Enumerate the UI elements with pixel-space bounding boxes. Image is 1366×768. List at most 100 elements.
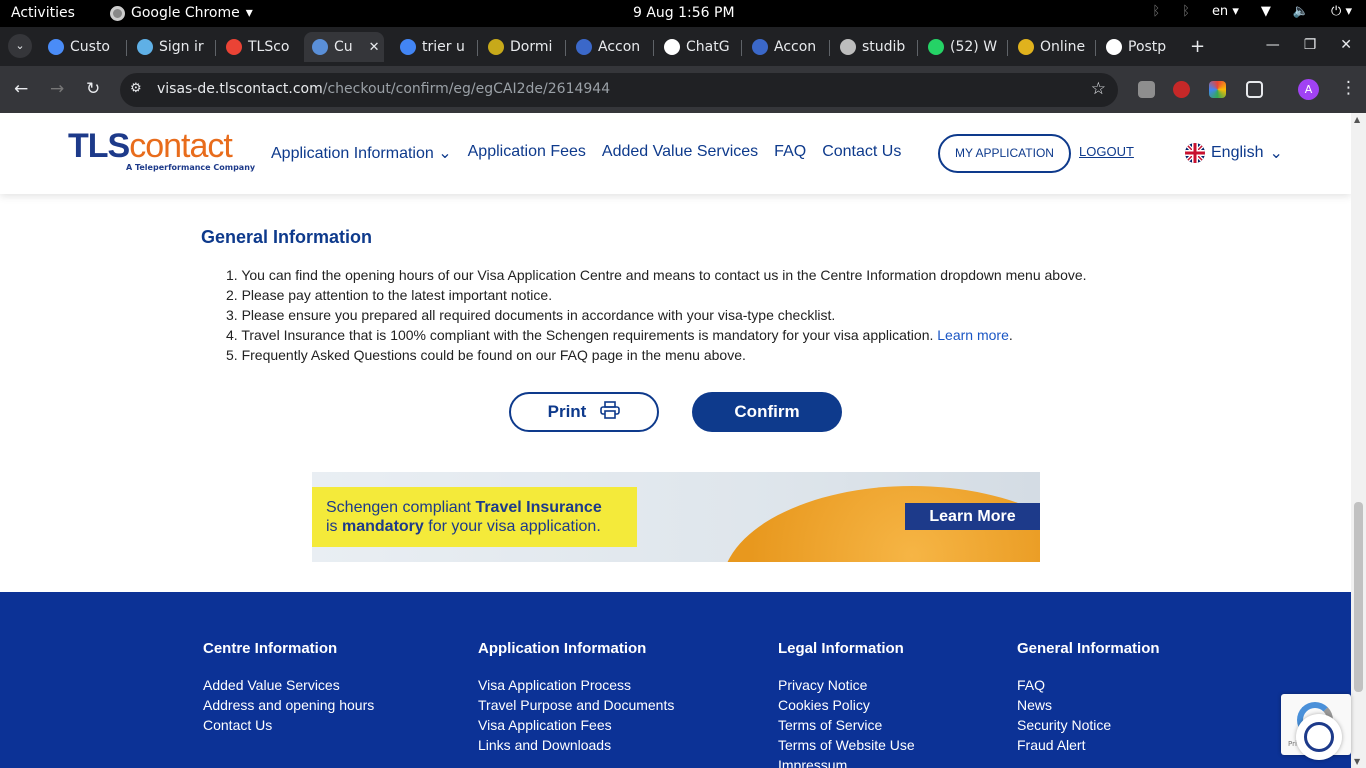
- tab-favicon-icon: [137, 39, 153, 55]
- tab-separator: [1007, 40, 1008, 56]
- tab-favicon-icon: [400, 39, 416, 55]
- tab-label: studib: [862, 39, 906, 55]
- browser-tab[interactable]: Custo: [40, 32, 124, 62]
- reload-icon[interactable]: ↻: [86, 79, 100, 99]
- bluetooth-icon[interactable]: ᛒ: [1152, 4, 1160, 19]
- browser-tab[interactable]: ChatG: [656, 32, 740, 62]
- browser-tab[interactable]: (52) W: [920, 32, 1004, 62]
- printer-icon: [600, 400, 621, 424]
- footer-link[interactable]: Terms of Website Use: [778, 735, 915, 755]
- print-button[interactable]: Print: [509, 392, 659, 432]
- clock[interactable]: 9 Aug 1:56 PM: [633, 5, 735, 21]
- tab-favicon-icon: [664, 39, 680, 55]
- page-scrollbar[interactable]: ▲ ▼: [1351, 113, 1366, 768]
- tab-favicon-icon: [312, 39, 328, 55]
- close-window-icon[interactable]: ✕: [1340, 37, 1352, 53]
- tab-favicon-icon: [1106, 39, 1122, 55]
- browser-tab[interactable]: Dormi: [480, 32, 564, 62]
- site-info-icon[interactable]: ⚙: [130, 81, 142, 96]
- browser-tab[interactable]: Cu ✕: [304, 32, 384, 62]
- new-tab-button[interactable]: +: [1190, 36, 1205, 57]
- volume-icon[interactable]: 🔈: [1293, 4, 1309, 19]
- browser-tab[interactable]: TLSco: [218, 32, 302, 62]
- nav-faq[interactable]: FAQ: [774, 143, 806, 163]
- footer-link[interactable]: Impressum: [778, 755, 915, 768]
- list-item: 5. Frequently Asked Questions could be f…: [226, 347, 746, 363]
- banner-text: Schengen compliant Travel Insurance is m…: [326, 499, 602, 535]
- footer-link[interactable]: FAQ: [1017, 675, 1160, 695]
- bookmark-star-icon[interactable]: ☆: [1091, 79, 1106, 99]
- footer-link[interactable]: Visa Application Fees: [478, 715, 674, 735]
- browser-tab[interactable]: trier u: [392, 32, 476, 62]
- footer-link[interactable]: Links and Downloads: [478, 735, 674, 755]
- extension-icon[interactable]: [1138, 81, 1155, 98]
- tab-label: trier u: [422, 39, 465, 55]
- profile-avatar[interactable]: A: [1298, 79, 1319, 100]
- browser-toolbar: ← → ↻ ⚙ visas-de.tlscontact.com/checkout…: [0, 66, 1366, 113]
- browser-tab[interactable]: Sign ir: [129, 32, 213, 62]
- footer-link[interactable]: Visa Application Process: [478, 675, 674, 695]
- scroll-down-icon[interactable]: ▼: [1354, 757, 1360, 766]
- system-tray[interactable]: ᛒ ᛒ en ▾ ▼ 🔈 ⏻ ▾: [1152, 4, 1352, 19]
- address-bar[interactable]: ⚙ visas-de.tlscontact.com/checkout/confi…: [120, 73, 1118, 107]
- footer-link[interactable]: Contact Us: [203, 715, 374, 735]
- footer-link[interactable]: Terms of Service: [778, 715, 915, 735]
- extension-icon[interactable]: [1209, 81, 1226, 98]
- nav-application-information[interactable]: Application Information ⌄: [271, 143, 452, 163]
- my-application-button[interactable]: MY APPLICATION: [938, 134, 1071, 173]
- browser-tab[interactable]: Accon: [744, 32, 828, 62]
- wifi-icon[interactable]: ▼: [1261, 4, 1271, 19]
- nav-application-fees[interactable]: Application Fees: [468, 143, 586, 163]
- footer-link[interactable]: Cookies Policy: [778, 695, 915, 715]
- nav-added-value-services[interactable]: Added Value Services: [602, 143, 758, 163]
- browser-tab[interactable]: Online: [1010, 32, 1094, 62]
- app-menu[interactable]: Google Chrome ▾: [110, 5, 253, 21]
- extensions-puzzle-icon[interactable]: [1246, 81, 1263, 98]
- confirm-button[interactable]: Confirm: [692, 392, 842, 432]
- close-tab-icon[interactable]: ✕: [369, 40, 380, 55]
- tab-label: Dormi: [510, 39, 553, 55]
- travel-insurance-banner[interactable]: Schengen compliant Travel Insurance is m…: [312, 472, 1040, 562]
- footer-link[interactable]: Privacy Notice: [778, 675, 915, 695]
- back-icon[interactable]: ←: [14, 79, 28, 99]
- tab-separator: [829, 40, 830, 56]
- tlscontact-logo[interactable]: TLScontact A Teleperformance Company: [68, 127, 255, 172]
- browser-tab[interactable]: Accon: [568, 32, 652, 62]
- maximize-icon[interactable]: ❐: [1304, 37, 1317, 53]
- learn-more-link[interactable]: Learn more: [937, 327, 1009, 343]
- cookie-settings-button[interactable]: [1296, 714, 1342, 760]
- tab-favicon-icon: [928, 39, 944, 55]
- minimize-icon[interactable]: —: [1266, 37, 1280, 53]
- banner-learn-more-button[interactable]: Learn More: [905, 503, 1040, 530]
- footer-link[interactable]: Added Value Services: [203, 675, 374, 695]
- language-selector[interactable]: English ⌄: [1185, 143, 1283, 163]
- chrome-menu-icon[interactable]: ⋮: [1340, 78, 1357, 98]
- activities-button[interactable]: Activities: [11, 5, 75, 21]
- tab-search-button[interactable]: ⌄: [8, 34, 32, 58]
- site-footer: Centre Information Added Value Services …: [0, 592, 1351, 768]
- browser-tab[interactable]: Postp: [1098, 32, 1182, 62]
- general-information-title: General Information: [201, 227, 373, 247]
- scrollbar-thumb[interactable]: [1354, 502, 1363, 692]
- footer-link[interactable]: News: [1017, 695, 1160, 715]
- footer-column-centre-information: Centre Information Added Value Services …: [203, 640, 375, 735]
- footer-link[interactable]: Travel Purpose and Documents: [478, 695, 674, 715]
- footer-link[interactable]: Address and opening hours: [203, 695, 374, 715]
- chrome-icon: [110, 5, 125, 21]
- forward-icon[interactable]: →: [50, 79, 64, 99]
- footer-link[interactable]: Fraud Alert: [1017, 735, 1160, 755]
- cookie-icon: [1304, 722, 1334, 752]
- logout-link[interactable]: LOGOUT: [1079, 144, 1134, 159]
- footer-link[interactable]: Security Notice: [1017, 715, 1160, 735]
- power-icon[interactable]: ⏻ ▾: [1331, 4, 1352, 19]
- url-text[interactable]: visas-de.tlscontact.com/checkout/confirm…: [157, 81, 610, 97]
- page-viewport: TLScontact A Teleperformance Company App…: [0, 113, 1351, 768]
- browser-tab[interactable]: studib: [832, 32, 916, 62]
- tab-label: Cu: [334, 39, 353, 55]
- bluetooth-icon-2[interactable]: ᛒ: [1182, 4, 1190, 19]
- uk-flag-icon: [1185, 143, 1205, 163]
- scroll-up-icon[interactable]: ▲: [1354, 115, 1360, 124]
- extension-icon[interactable]: [1173, 81, 1190, 98]
- language-indicator[interactable]: en ▾: [1212, 4, 1239, 19]
- nav-contact-us[interactable]: Contact Us: [822, 143, 901, 163]
